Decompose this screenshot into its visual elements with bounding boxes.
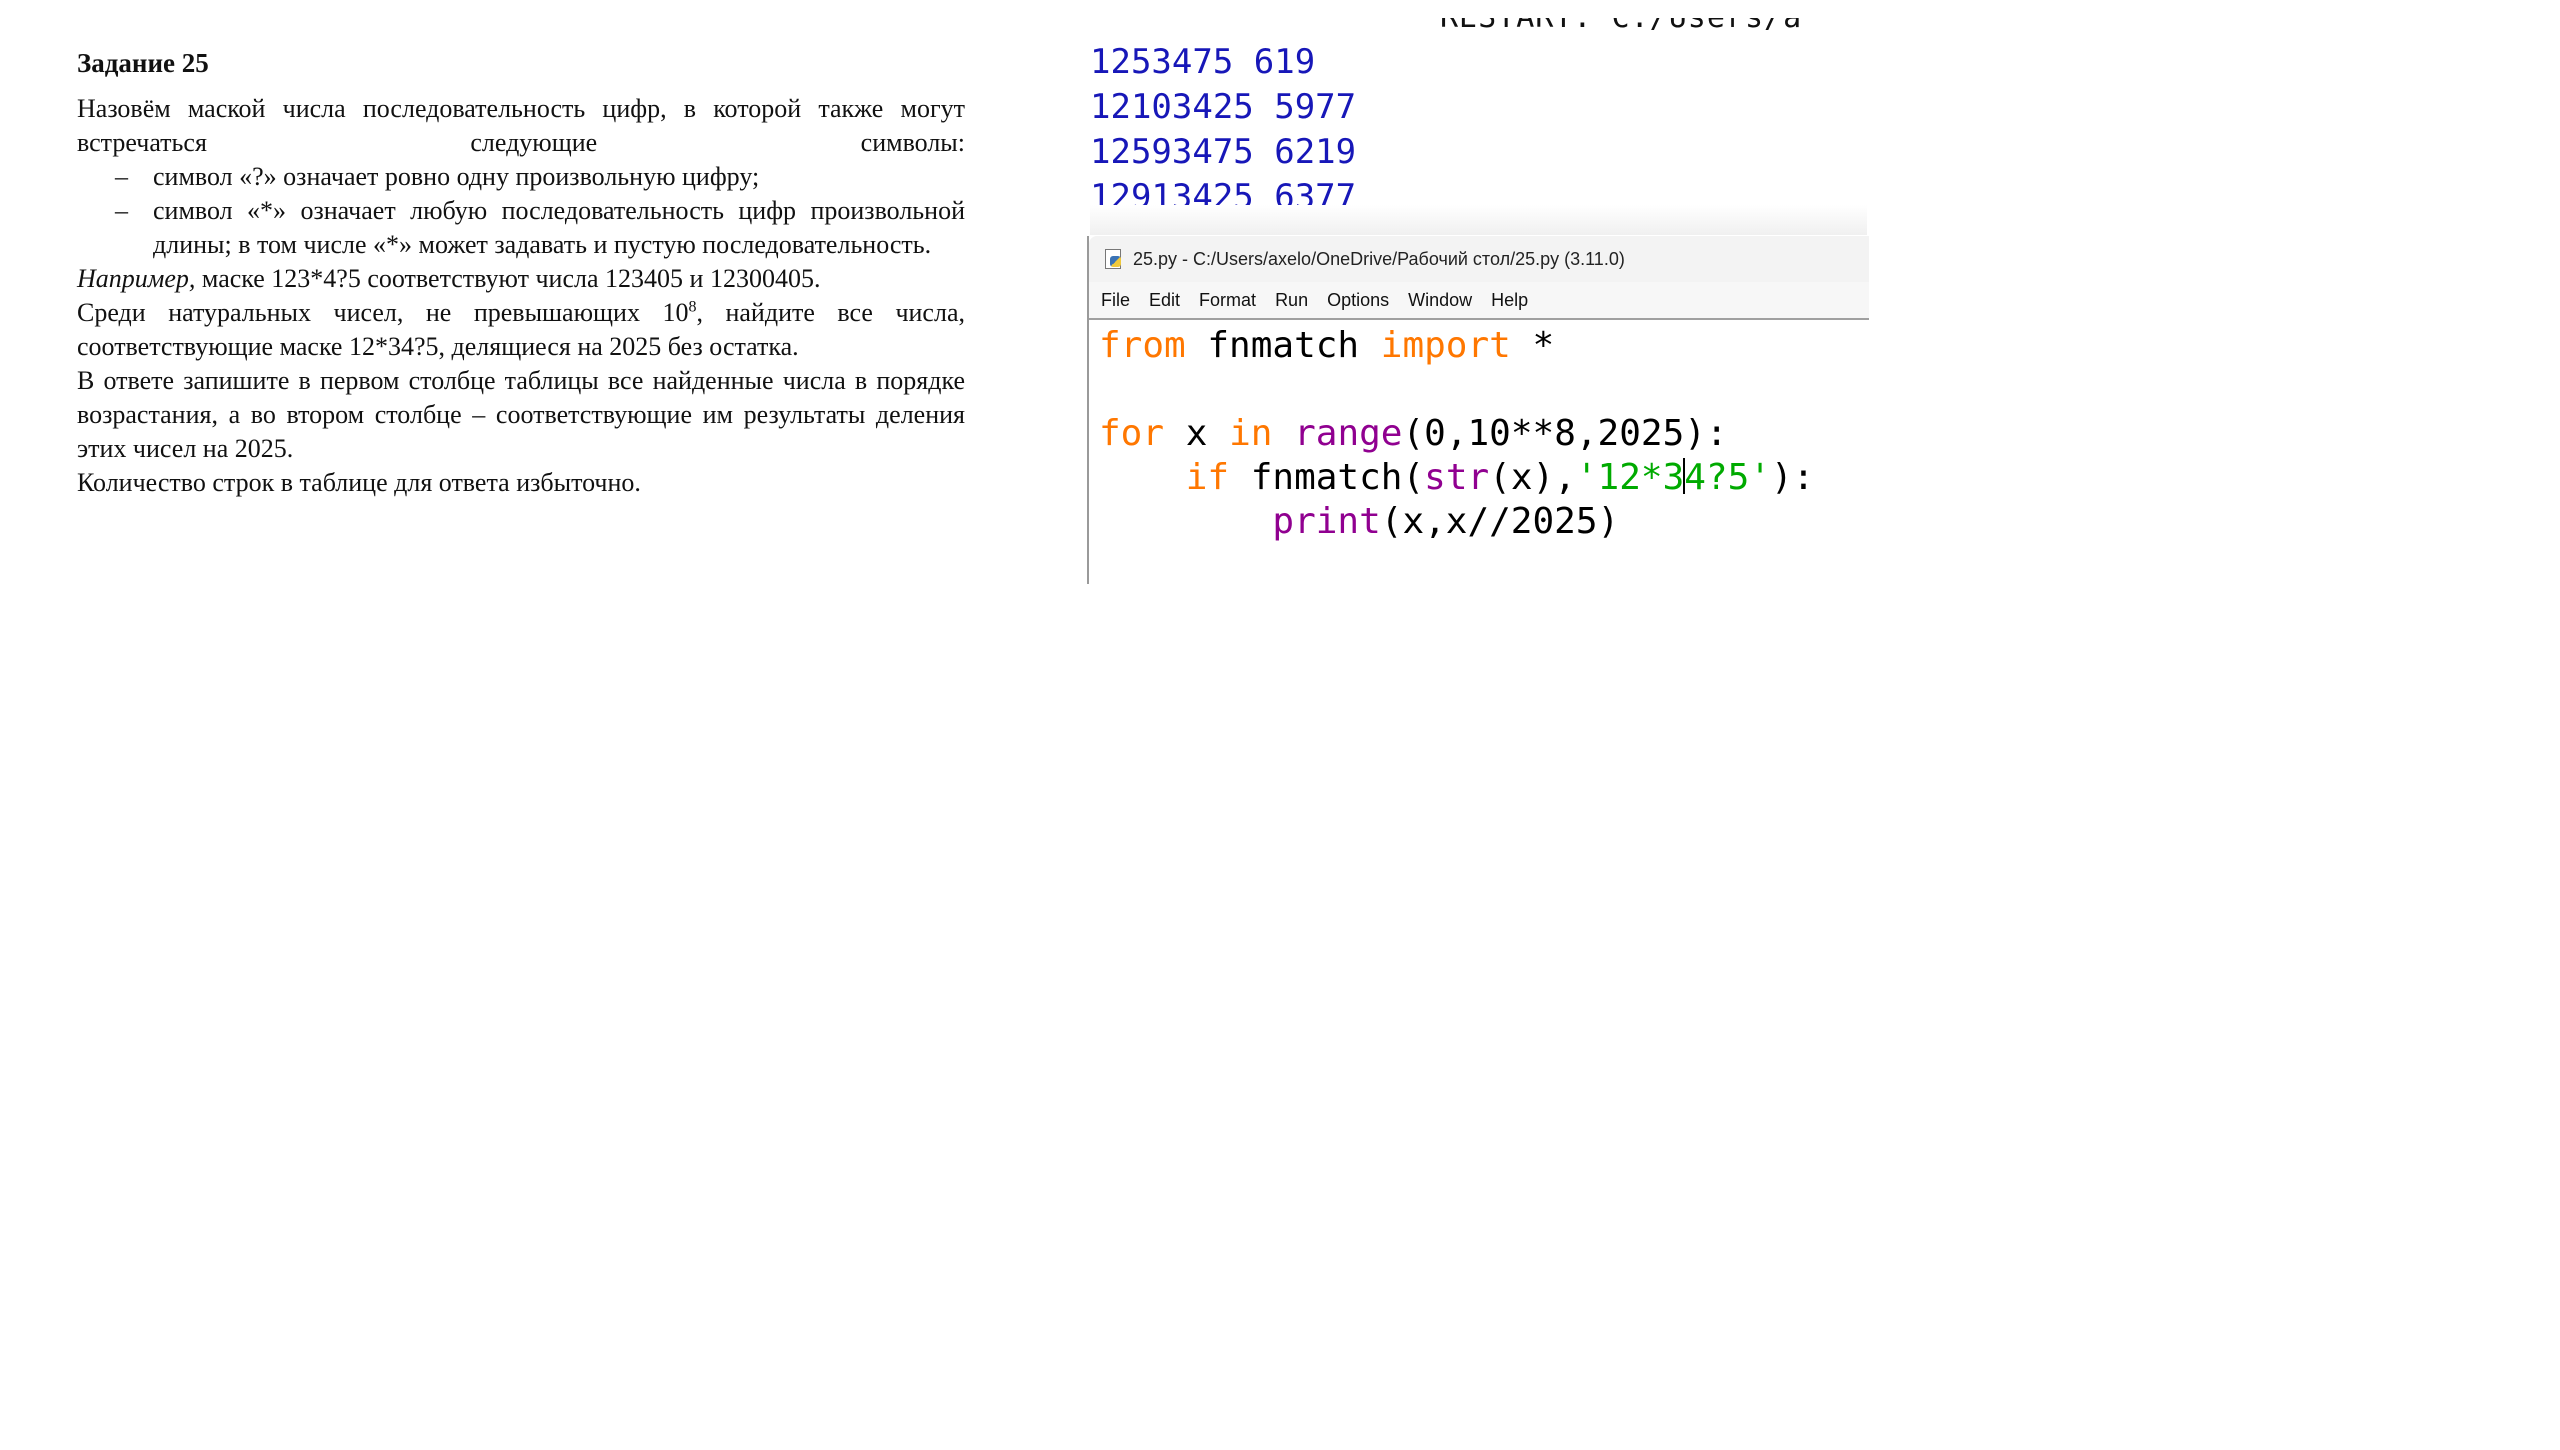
task-answer-format: В ответе запишите в первом столбце табли… [77,366,965,463]
shell-restart-line: RESTART: C:/Users/a [1090,18,1867,32]
task-example: Например, маске 123*4?5 соответствуют чи… [77,262,965,296]
menu-window[interactable]: Window [1408,290,1472,311]
code-editor[interactable]: from fnmatch import * for x in range(0,1… [1099,324,1869,544]
menu-edit[interactable]: Edit [1149,290,1180,311]
builtin: print [1272,501,1381,542]
menu-options[interactable]: Options [1327,290,1389,311]
builtin: range [1294,413,1403,454]
keyword: from [1099,325,1186,366]
string-literal: '12*3 [1575,457,1685,498]
code-token: (x), [1489,457,1576,498]
list-item: – символ «*» означает любую последователь… [77,194,965,262]
dash-marker: – [115,162,128,191]
code-line: if fnmatch(str(x),'12*34?5'): [1099,456,1869,500]
task-condition: Среди натуральных чисел, не превышающих … [77,296,965,364]
restart-text: RESTART: C:/Users/a [1440,18,1802,32]
window-titlebar[interactable]: 25.py - C:/Users/axelo/OneDrive/Рабочий … [1089,236,1869,282]
example-prefix: Например, [77,264,196,293]
window-shadow [1090,205,1867,235]
intro-text: Назовём маской числа последовательность … [77,94,965,157]
menu-help[interactable]: Help [1491,290,1528,311]
window-title: 25.py - C:/Users/axelo/OneDrive/Рабочий … [1133,248,1625,269]
task-title: Задание 25 [77,48,209,78]
list-item: – символ «?» означает ровно одну произвол… [77,160,965,194]
idle-editor-window[interactable]: 25.py - C:/Users/axelo/OneDrive/Рабочий … [1087,236,1869,584]
keyword: import [1380,325,1511,366]
keyword: if [1185,457,1230,498]
code-token: (0,10**8,2025): [1402,413,1728,454]
output-line: 12593475 6219 [1090,132,1357,172]
code-token: (x,x//2025) [1380,501,1620,542]
code-token: x [1164,413,1230,454]
condition-text-a: Среди натуральных чисел, не превышающих … [77,298,689,327]
keyword: in [1229,413,1273,454]
menu-run[interactable]: Run [1275,290,1308,311]
task-text: Задание 25 Назовём маской числа последов… [77,46,965,500]
code-token: * [1510,325,1555,366]
example-text: маске 123*4?5 соответствуют числа 123405… [195,264,821,293]
output-line: 12103425 5977 [1090,87,1357,127]
menu-format[interactable]: Format [1199,290,1256,311]
keyword: for [1099,413,1165,454]
menu-file[interactable]: File [1101,290,1130,311]
code-token: ): [1770,457,1815,498]
output-line: 1253475 619 [1090,42,1316,82]
code-line: print(x,x//2025) [1099,500,1869,544]
task-paragraph-intro: Назовём маской числа последовательность … [77,92,965,160]
task-note: Количество строк в таблице для ответа из… [77,468,641,497]
code-token: fnmatch [1185,325,1381,366]
menu-bar: File Edit Format Run Options Window Help [1089,282,1869,320]
string-literal: 4?5' [1684,457,1771,498]
code-line: for x in range(0,10**8,2025): [1099,412,1869,456]
dash-marker: – [115,196,128,225]
bullet-text: символ «?» означает ровно одну произволь… [153,162,760,191]
code-line: from fnmatch import * [1099,324,1869,368]
mask-symbols-list: – символ «?» означает ровно одну произвол… [77,160,965,262]
shell-output: 1253475 619 12103425 5977 12593475 6219 … [1090,40,1867,220]
bullet-text: символ «*» означает любую последовательн… [153,196,965,259]
python-file-icon [1103,249,1123,269]
builtin: str [1424,457,1490,498]
code-token: fnmatch( [1229,457,1425,498]
